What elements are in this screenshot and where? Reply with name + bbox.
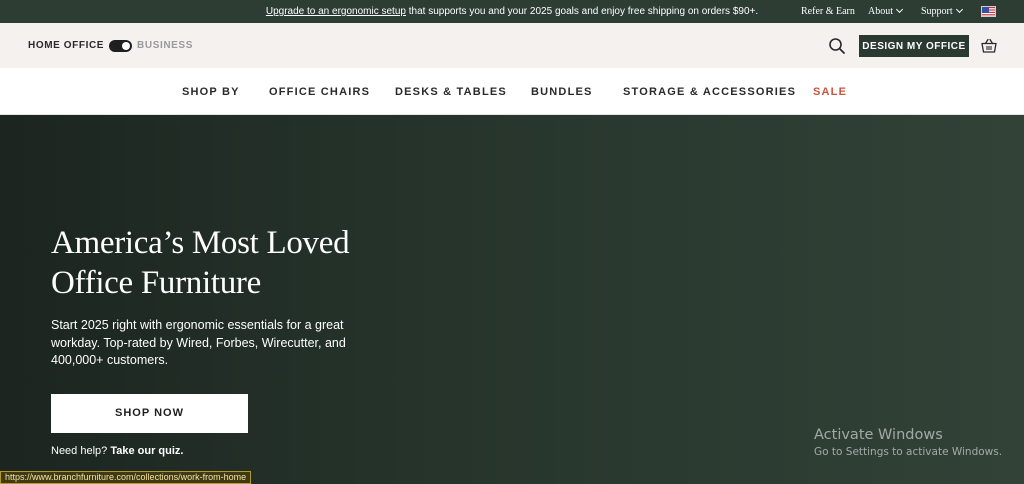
help-text: Need help? Take our quiz. (51, 445, 183, 457)
nav-item-storage-accessories[interactable]: STORAGE & ACCESSORIES (623, 68, 796, 115)
chevron-down-icon (895, 5, 904, 14)
search-icon[interactable] (828, 37, 846, 55)
segment-business-label[interactable]: BUSINESS (137, 40, 193, 51)
refer-earn-link[interactable]: Refer & Earn (801, 0, 855, 23)
design-my-office-button[interactable]: DESIGN MY OFFICE (859, 35, 969, 57)
hero-subtitle: Start 2025 right with ergonomic essentia… (51, 318, 346, 367)
activate-subtitle: Go to Settings to activate Windows. (814, 446, 1003, 458)
nav-item-desks-tables[interactable]: DESKS & TABLES (395, 68, 507, 115)
announcement-text: that supports you and your 2025 goals an… (405, 6, 759, 17)
hero-title: America’s Most Loved Office Furniture (51, 223, 411, 303)
about-menu[interactable]: About (868, 0, 904, 23)
shop-now-button[interactable]: SHOP NOW (51, 394, 248, 433)
support-label: Support (921, 6, 953, 17)
announcement-bar: Upgrade to an ergonomic setup that suppo… (0, 0, 1024, 23)
take-quiz-link[interactable]: Take our quiz. (110, 445, 183, 457)
nav-item-sale[interactable]: SALE (813, 68, 847, 115)
hero-title-line1: America’s Most Loved (51, 225, 350, 261)
site-header: HOME OFFICE BUSINESS DESIGN MY OFFICE (0, 23, 1024, 68)
toggle-knob (122, 41, 131, 50)
link-status-bar: https://www.branchfurniture.com/collecti… (0, 471, 252, 484)
segment-switch[interactable]: HOME OFFICE BUSINESS (28, 23, 193, 68)
segment-toggle[interactable] (109, 39, 133, 52)
cart-icon[interactable] (980, 37, 998, 55)
activate-title: Activate Windows (814, 427, 943, 443)
hero-banner: America’s Most Loved Office Furniture St… (0, 115, 1024, 484)
main-nav: SHOP BY OFFICE CHAIRS DESKS & TABLES BUN… (0, 68, 1024, 115)
hero-title-line2: Office Furniture (51, 265, 261, 301)
us-flag-icon[interactable] (981, 6, 996, 17)
nav-item-office-chairs[interactable]: OFFICE CHAIRS (269, 68, 370, 115)
nav-item-bundles[interactable]: BUNDLES (531, 68, 593, 115)
announcement-link[interactable]: Upgrade to an ergonomic setup (266, 6, 406, 17)
windows-activation-watermark: Activate Windows Go to Settings to activ… (814, 427, 1002, 458)
help-prefix: Need help? (51, 445, 111, 457)
chevron-down-icon (955, 5, 963, 14)
nav-item-shop-by[interactable]: SHOP BY (182, 68, 240, 115)
about-label: About (868, 6, 893, 17)
segment-home-label[interactable]: HOME OFFICE (28, 40, 104, 51)
support-menu[interactable]: Support (921, 0, 963, 23)
